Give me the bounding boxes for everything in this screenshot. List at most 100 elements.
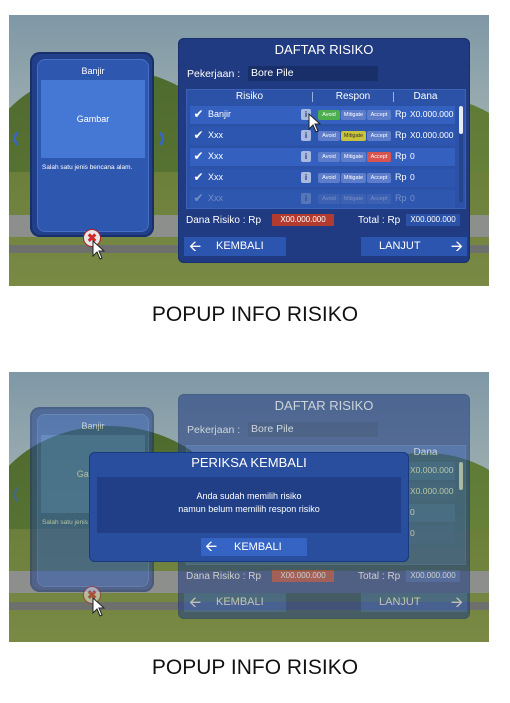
card-description: Salah satu jenis bencana alam. xyxy=(42,164,133,171)
currency-label: Rp xyxy=(395,172,407,182)
caption: POPUP INFO RISIKO xyxy=(151,303,359,326)
check-icon[interactable]: ✔ xyxy=(192,171,205,184)
risk-name: Xxx xyxy=(208,151,224,161)
accept-button[interactable]: Accept xyxy=(367,194,391,204)
risk-name: Xxx xyxy=(208,193,224,203)
next-button: LANJUT 🡪 xyxy=(361,593,467,612)
back-arrow-icon: 🡨 xyxy=(189,238,202,255)
currency-label: Rp xyxy=(395,130,407,140)
risk-name: Banjir xyxy=(208,109,232,119)
check-icon[interactable]: ✔ xyxy=(192,150,205,163)
confirm-modal: PERIKSA KEMBALI Anda sudah memilih risik… xyxy=(89,452,409,562)
next-button-label: LANJUT xyxy=(379,596,421,608)
mitigate-button[interactable]: Mitigate xyxy=(341,173,366,183)
risk-name: Xxx xyxy=(208,130,224,140)
risk-amount: X0.000.000 xyxy=(410,130,454,140)
cursor-icon xyxy=(92,240,106,260)
currency-label: Rp xyxy=(395,109,407,119)
mitigate-button[interactable]: Mitigate xyxy=(341,131,366,141)
scrollbar-thumb xyxy=(459,462,463,490)
risk-amount: X0.000.000 xyxy=(410,486,454,496)
dana-risiko-value: X00.000.000 xyxy=(272,214,334,226)
accept-button[interactable]: Accept xyxy=(367,173,391,183)
risk-amount: 0 xyxy=(410,528,415,538)
modal-back-button[interactable]: 🡨 KEMBALI xyxy=(201,538,307,556)
modal-message-text: Anda sudah memilih risiko namun belum me… xyxy=(97,490,401,516)
accept-button[interactable]: Accept xyxy=(367,152,391,162)
accept-button[interactable]: Accept xyxy=(367,131,391,141)
table-row[interactable]: ✔ Xxx i Avoid Mitigate Accept Rp 0 xyxy=(190,169,455,187)
job-label: Pekerjaan : xyxy=(187,424,241,436)
next-button-label: LANJUT xyxy=(379,240,421,252)
back-button-label: KEMBALI xyxy=(216,240,264,252)
modal-line-2: namun belum memilih respon risiko xyxy=(178,504,320,514)
chevron-left-icon: ‹ xyxy=(12,472,20,513)
column-header-risiko: Risiko xyxy=(235,91,264,102)
back-arrow-icon: 🡨 xyxy=(205,538,218,555)
avoid-button[interactable]: Avoid xyxy=(318,152,340,162)
total-value: X00.000.000 xyxy=(406,214,460,226)
accept-button[interactable]: Accept xyxy=(367,110,391,120)
card-title: Banjir xyxy=(81,421,105,431)
card-image-placeholder: Gambar xyxy=(41,80,145,158)
scrollbar-thumb[interactable] xyxy=(459,106,463,134)
dana-risiko-label: Dana Risiko : Rp xyxy=(186,215,262,226)
chevron-left-icon[interactable]: ‹ xyxy=(12,116,19,158)
check-icon[interactable]: ✔ xyxy=(192,129,205,142)
back-button: 🡨 KEMBALI xyxy=(184,593,286,612)
info-card-inner: Banjir Gambar Salah satu jenis bencana a… xyxy=(37,59,149,232)
modal-title: PERIKSA KEMBALI xyxy=(191,455,307,470)
next-arrow-icon: 🡪 xyxy=(450,238,463,255)
back-button[interactable]: 🡨 KEMBALI xyxy=(184,237,286,256)
risk-name: Xxx xyxy=(208,172,224,182)
cursor-icon xyxy=(308,113,322,133)
risk-amount: 0 xyxy=(410,507,415,517)
currency-label: Rp xyxy=(395,151,407,161)
info-card: Banjir Gambar Salah satu jenis bencana a… xyxy=(30,52,154,237)
mitigate-button[interactable]: Mitigate xyxy=(341,194,366,204)
table-row[interactable]: ✔ Xxx i Avoid Mitigate Accept Rp 0 xyxy=(190,190,455,208)
panel-title: DAFTAR RISIKO xyxy=(274,42,374,57)
risk-list-panel: DAFTAR RISIKO Pekerjaan : Bore Pile Risi… xyxy=(178,38,470,263)
risk-amount: 0 xyxy=(410,193,415,203)
cursor-icon xyxy=(92,597,106,617)
panel-title: DAFTAR RISIKO xyxy=(274,398,374,413)
risk-amount: X0.000.000 xyxy=(410,109,454,119)
card-image-label: Gambar xyxy=(76,114,110,124)
check-icon[interactable]: ✔ xyxy=(192,192,205,205)
job-label: Pekerjaan : xyxy=(187,68,241,80)
next-button[interactable]: LANJUT 🡪 xyxy=(361,237,467,256)
mitigate-button[interactable]: Mitigate xyxy=(341,152,366,162)
total-label: Total : Rp xyxy=(358,215,401,226)
chevron-right-icon[interactable]: › xyxy=(158,116,165,158)
column-header-dana: Dana xyxy=(413,91,438,102)
column-header-respon: Respon xyxy=(335,91,371,102)
table-row[interactable]: ✔ Xxx i Avoid Mitigate Accept Rp X0.000.… xyxy=(190,127,455,145)
risk-amount: 0 xyxy=(410,172,415,182)
table-row[interactable]: ✔ Banjir i Avoid Mitigate Accept Rp X0.0… xyxy=(190,106,455,124)
total-label: Total : Rp xyxy=(358,571,401,582)
back-arrow-icon: 🡨 xyxy=(189,594,202,611)
avoid-button[interactable]: Avoid xyxy=(318,194,340,204)
dana-risiko-value: X00.000.000 xyxy=(272,570,334,582)
info-icon[interactable]: i xyxy=(301,172,311,183)
modal-back-label: KEMBALI xyxy=(234,541,282,553)
currency-label: Rp xyxy=(395,193,407,203)
job-field: Bore Pile xyxy=(248,66,378,81)
risk-table: Risiko Respon Dana ✔ Banjir i Avoid Miti… xyxy=(186,89,466,209)
mitigate-button[interactable]: Mitigate xyxy=(341,110,366,120)
check-icon[interactable]: ✔ xyxy=(192,108,205,121)
modal-message: Anda sudah memilih risiko namun belum me… xyxy=(97,477,401,533)
info-icon[interactable]: i xyxy=(301,193,311,204)
back-button-label: KEMBALI xyxy=(216,596,264,608)
table-header: Risiko Respon Dana xyxy=(187,90,457,104)
risk-amount: 0 xyxy=(410,151,415,161)
info-icon[interactable]: i xyxy=(301,151,311,162)
table-row[interactable]: ✔ Xxx i Avoid Mitigate Accept Rp 0 xyxy=(190,148,455,166)
job-field: Bore Pile xyxy=(248,422,378,437)
caption: POPUP INFO RISIKO xyxy=(151,656,359,679)
next-arrow-icon: 🡪 xyxy=(450,594,463,611)
avoid-button[interactable]: Avoid xyxy=(318,173,340,183)
modal-line-1: Anda sudah memilih risiko xyxy=(196,491,302,501)
total-value: X00.000.000 xyxy=(406,570,460,582)
